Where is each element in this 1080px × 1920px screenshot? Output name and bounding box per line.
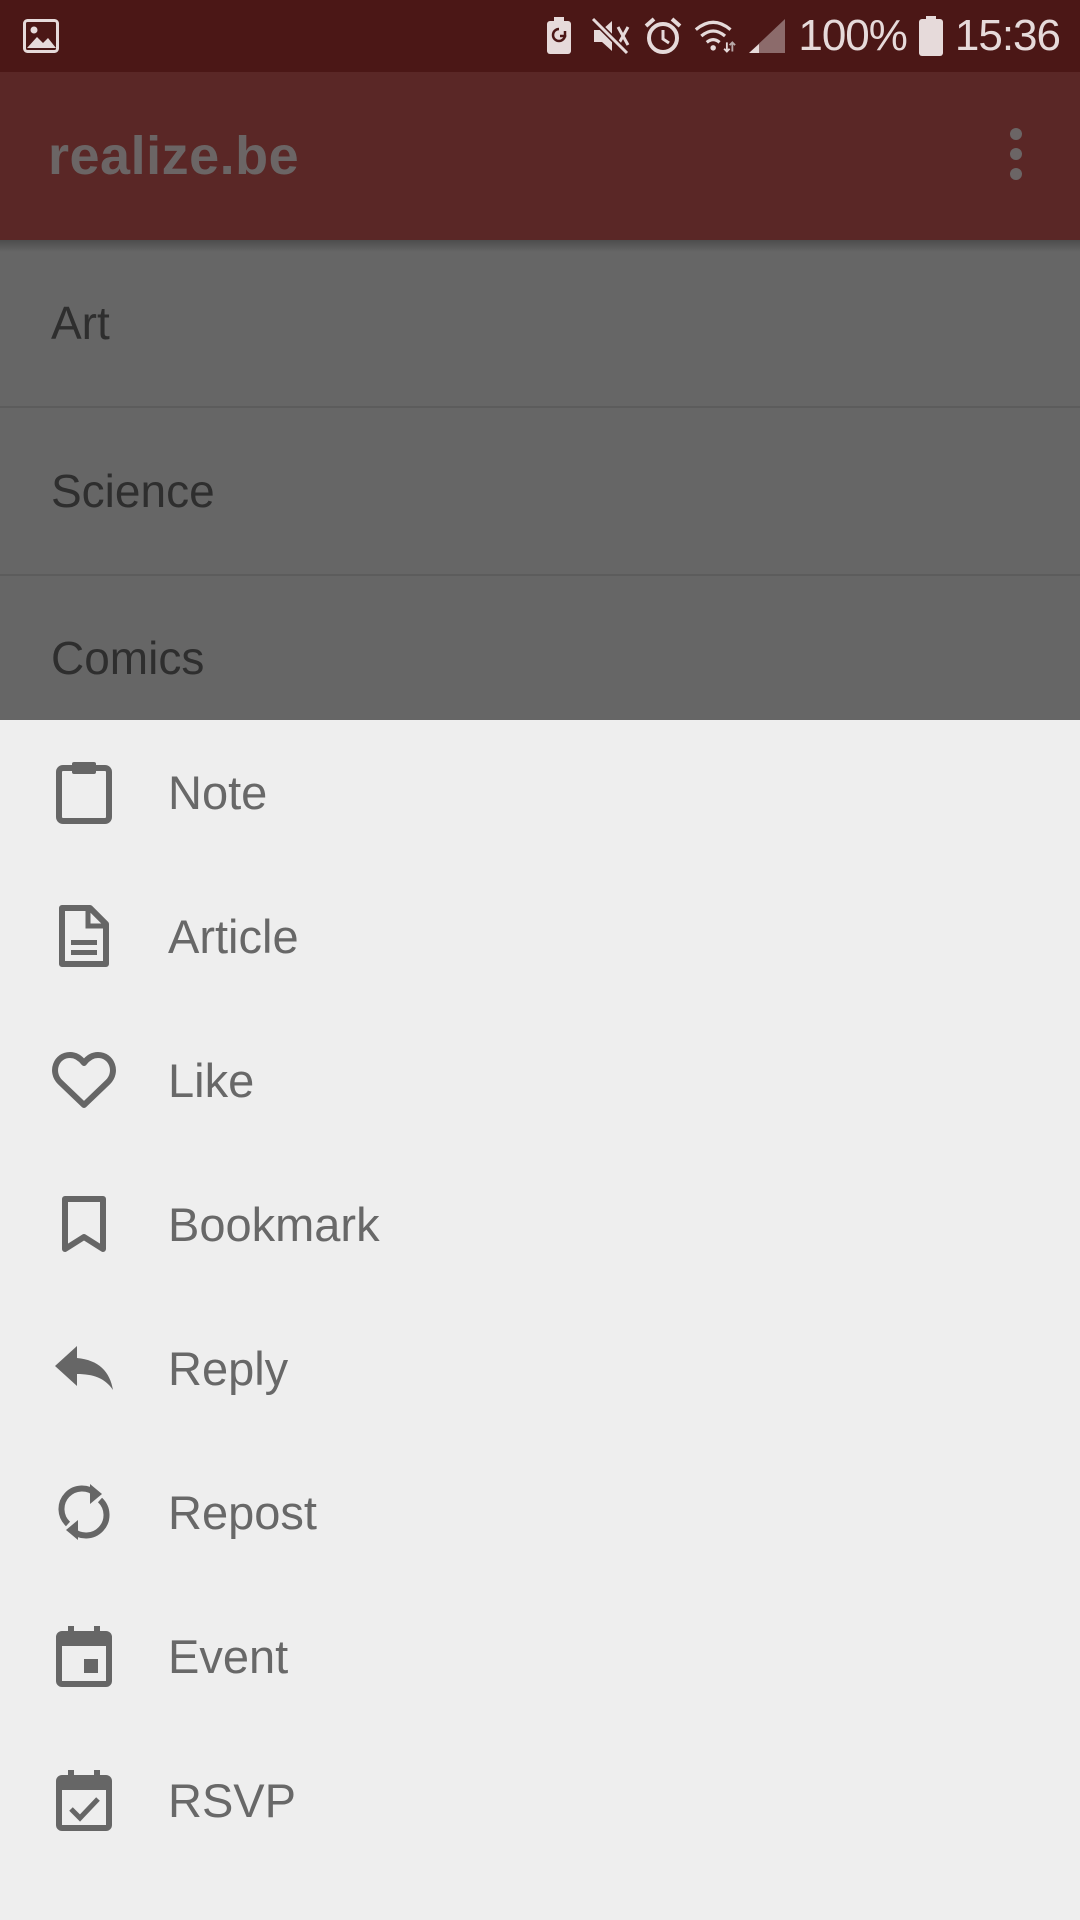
category-item-art[interactable]: Art [0, 240, 1080, 408]
battery-saver-icon [538, 15, 580, 57]
sheet-item-rsvp[interactable]: RSVP [0, 1728, 1080, 1872]
document-icon [50, 902, 118, 970]
reply-icon [50, 1334, 118, 1402]
category-label: Science [51, 465, 215, 517]
sheet-item-label: Like [168, 1053, 255, 1107]
sheet-item-reply[interactable]: Reply [0, 1296, 1080, 1440]
sheet-item-event[interactable]: Event [0, 1584, 1080, 1728]
calendar-check-icon [50, 1766, 118, 1834]
sheet-item-bookmark[interactable]: Bookmark [0, 1152, 1080, 1296]
app-bar-shadow [0, 240, 1080, 252]
wifi-icon [694, 15, 737, 57]
category-item-comics[interactable]: Comics [0, 576, 1080, 720]
clipboard-icon [50, 758, 118, 826]
repost-icon [50, 1478, 118, 1546]
sheet-item-label: RSVP [168, 1773, 296, 1827]
mute-icon [590, 15, 632, 57]
signal-icon [746, 15, 788, 57]
heart-icon [50, 1046, 118, 1114]
app-title: realize.be [48, 126, 300, 186]
alarm-icon [642, 15, 684, 57]
sheet-item-label: Repost [168, 1485, 317, 1539]
bookmark-icon [50, 1190, 118, 1258]
clock: 15:36 [954, 11, 1061, 60]
sheet-item-article[interactable]: Article [0, 864, 1080, 1008]
sheet-item-label: Reply [168, 1341, 289, 1395]
sheet-item-label: Article [168, 909, 299, 963]
screen: 100% 15:36 realize.be Art Science Comics [0, 0, 1080, 1920]
more-vert-icon [1008, 127, 1024, 185]
category-list: Art Science Comics [0, 240, 1080, 720]
more-options-button[interactable] [992, 120, 1040, 192]
sheet-item-note[interactable]: Note [0, 720, 1080, 864]
sheet-item-label: Note [168, 765, 268, 819]
calendar-icon [50, 1622, 118, 1690]
category-label: Art [51, 297, 110, 349]
sheet-item-like[interactable]: Like [0, 1008, 1080, 1152]
gallery-icon [20, 15, 62, 57]
sheet-item-label: Bookmark [168, 1197, 380, 1251]
category-item-science[interactable]: Science [0, 408, 1080, 576]
battery-percent: 100% [798, 11, 908, 60]
sheet-item-repost[interactable]: Repost [0, 1440, 1080, 1584]
bottom-sheet: Note Article Like Bookmark Reply Repost … [0, 720, 1080, 1920]
app-bar: realize.be [0, 72, 1080, 240]
sheet-item-label: Event [168, 1629, 289, 1683]
category-label: Comics [51, 632, 205, 684]
status-bar: 100% 15:36 [0, 0, 1080, 72]
battery-icon [917, 15, 945, 57]
